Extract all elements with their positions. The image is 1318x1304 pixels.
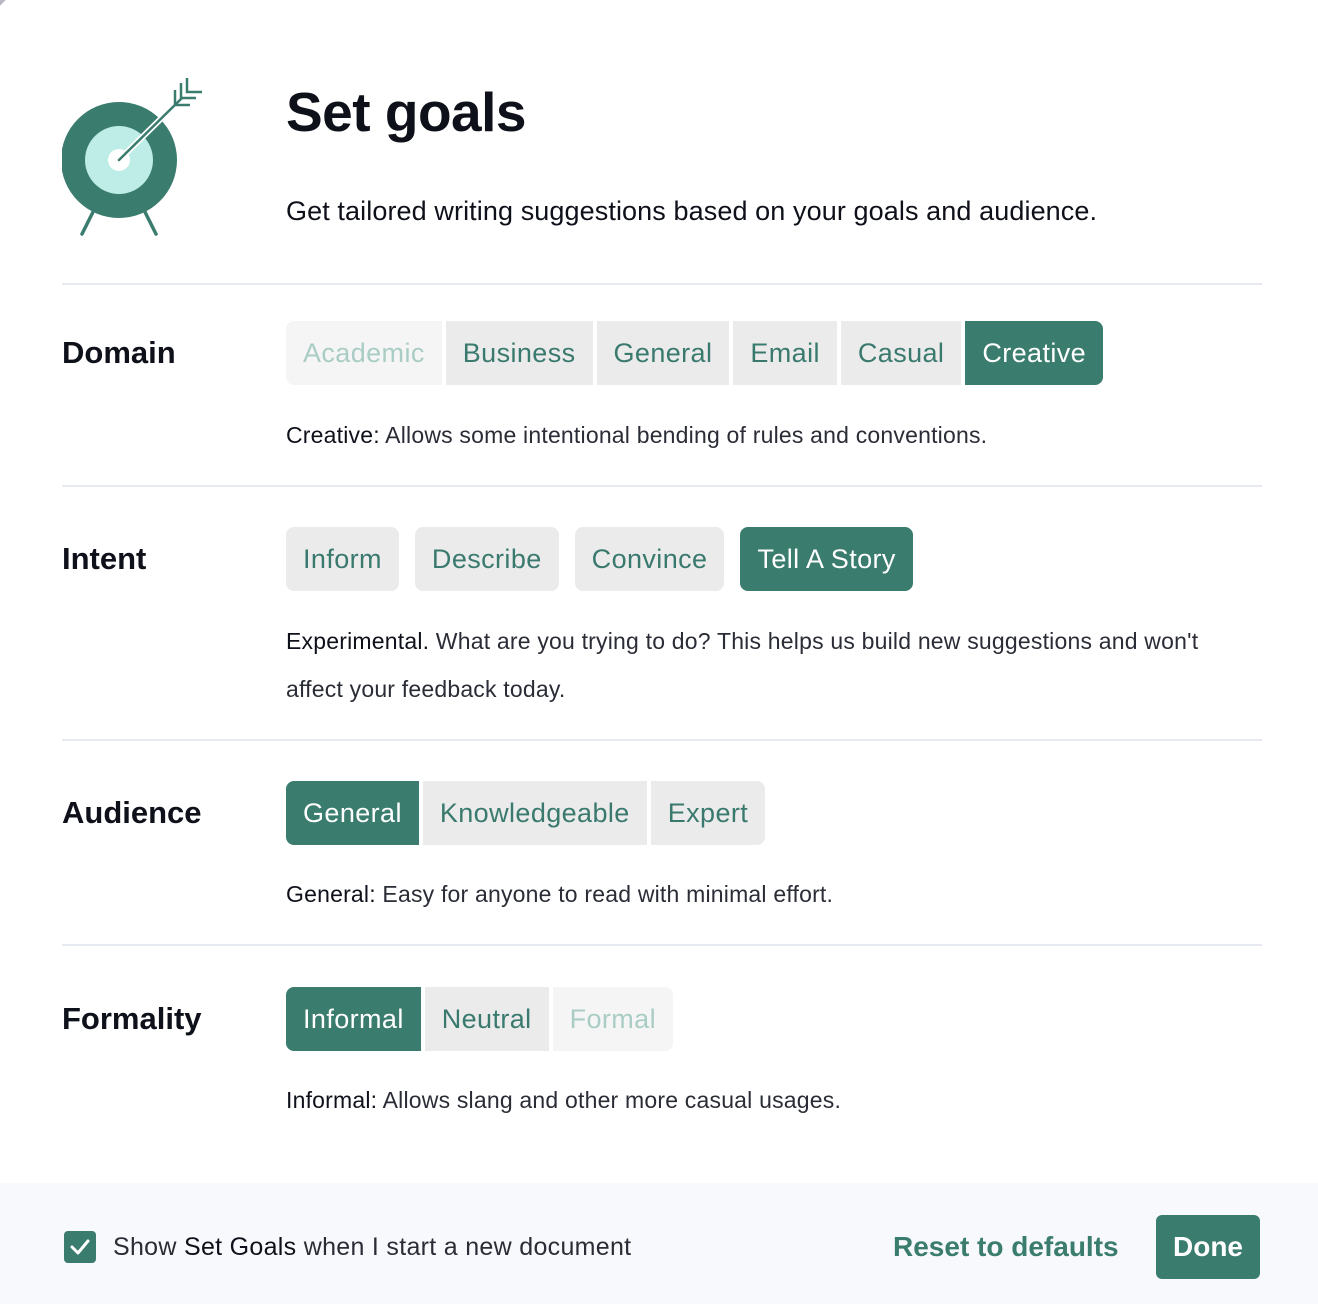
target-with-arrow-icon	[62, 78, 202, 236]
dialog-subtitle: Get tailored writing suggestions based o…	[286, 196, 1098, 226]
domain-options: Academic Business General Email Casual C…	[286, 321, 1104, 385]
formality-option-formal[interactable]: Formal	[552, 987, 673, 1051]
domain-description: Creative: Allows some intentional bendin…	[286, 411, 1246, 459]
show-set-goals-label[interactable]: Show Set Goals when I start a new docume…	[113, 1233, 631, 1262]
reset-to-defaults-button[interactable]: Reset to defaults	[893, 1231, 1119, 1263]
formality-description: Informal: Allows slang and other more ca…	[286, 1076, 1246, 1124]
domain-option-casual[interactable]: Casual	[840, 321, 962, 385]
description-lead: General:	[286, 881, 376, 907]
audience-option-general[interactable]: General	[286, 781, 419, 845]
checkmark-icon	[70, 1239, 90, 1255]
description-lead: Experimental.	[286, 628, 430, 654]
audience-option-knowledgeable[interactable]: Knowledgeable	[422, 781, 647, 845]
divider	[62, 944, 1262, 946]
domain-option-general[interactable]: General	[596, 321, 730, 385]
domain-option-academic[interactable]: Academic	[286, 321, 442, 385]
intent-options: Inform Describe Convince Tell A Story	[286, 527, 929, 591]
audience-options: General Knowledgeable Expert	[286, 781, 766, 845]
label-strong: Set Goals	[183, 1233, 297, 1261]
description-body: Easy for anyone to read with minimal eff…	[375, 881, 834, 907]
formality-label: Formality	[62, 1001, 202, 1036]
divider	[62, 485, 1262, 487]
description-lead: Creative:	[286, 422, 380, 448]
domain-option-email[interactable]: Email	[733, 321, 837, 385]
formality-option-informal[interactable]: Informal	[286, 987, 421, 1051]
divider	[62, 739, 1262, 741]
dialog-header: Set goals Get tailored writing suggestio…	[62, 72, 1262, 272]
intent-option-inform[interactable]: Inform	[286, 527, 399, 591]
description-body: Allows some intentional bending of rules…	[379, 422, 988, 448]
intent-description: Experimental. What are you trying to do?…	[286, 617, 1246, 713]
domain-label: Domain	[62, 335, 176, 370]
audience-description: General: Easy for anyone to read with mi…	[286, 870, 1246, 918]
intent-label: Intent	[62, 541, 147, 576]
intent-option-tell-a-story[interactable]: Tell A Story	[740, 527, 913, 591]
window-corner-mark	[0, 0, 6, 6]
dialog-footer: Show Set Goals when I start a new docume…	[0, 1183, 1318, 1304]
domain-option-creative[interactable]: Creative	[965, 321, 1104, 385]
dialog-title: Set goals	[286, 81, 527, 143]
intent-option-describe[interactable]: Describe	[414, 527, 559, 591]
intent-option-convince[interactable]: Convince	[574, 527, 725, 591]
done-button[interactable]: Done	[1156, 1215, 1260, 1279]
domain-option-business[interactable]: Business	[445, 321, 593, 385]
set-goals-dialog: Set goals Get tailored writing suggestio…	[0, 0, 1318, 1304]
show-set-goals-checkbox[interactable]	[64, 1231, 96, 1263]
audience-label: Audience	[62, 795, 202, 830]
description-lead: Informal:	[286, 1087, 378, 1113]
description-body: Allows slang and other more casual usage…	[377, 1087, 842, 1113]
label-suffix: when I start a new document	[296, 1233, 632, 1261]
divider	[62, 283, 1262, 285]
label-prefix: Show	[113, 1233, 184, 1261]
formality-option-neutral[interactable]: Neutral	[424, 987, 549, 1051]
formality-options: Informal Neutral Formal	[286, 987, 673, 1051]
audience-option-expert[interactable]: Expert	[650, 781, 766, 845]
